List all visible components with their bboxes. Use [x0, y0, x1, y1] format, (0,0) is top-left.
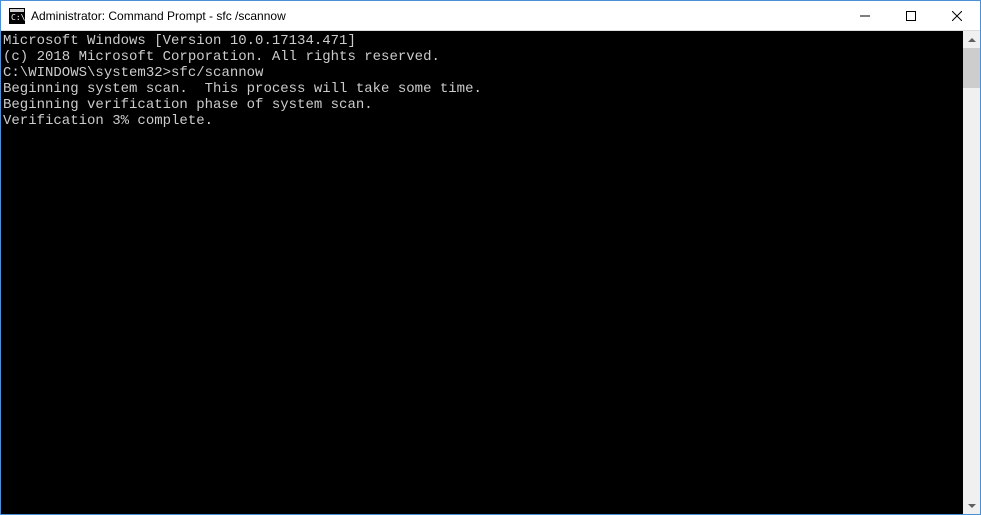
console-line: (c) 2018 Microsoft Corporation. All righ…: [3, 49, 963, 65]
minimize-button[interactable]: [842, 1, 888, 30]
console-area: Microsoft Windows [Version 10.0.17134.47…: [1, 31, 980, 514]
prompt-path: C:\WINDOWS\system32>: [3, 65, 171, 81]
scrollbar-thumb[interactable]: [963, 48, 980, 88]
console-line: Microsoft Windows [Version 10.0.17134.47…: [3, 33, 963, 49]
scrollbar-up-arrow-icon[interactable]: [963, 31, 980, 48]
console-line: Beginning system scan. This process will…: [3, 81, 963, 97]
maximize-button[interactable]: [888, 1, 934, 30]
vertical-scrollbar[interactable]: [963, 31, 980, 514]
window-title: Administrator: Command Prompt - sfc /sca…: [31, 9, 842, 23]
svg-text:C:\: C:\: [11, 13, 25, 22]
console-output[interactable]: Microsoft Windows [Version 10.0.17134.47…: [1, 31, 963, 514]
console-line: Verification 3% complete.: [3, 113, 963, 129]
command-prompt-window: C:\ Administrator: Command Prompt - sfc …: [0, 0, 981, 515]
close-button[interactable]: [934, 1, 980, 30]
window-controls: [842, 1, 980, 30]
prompt-command: sfc/scannow: [171, 65, 263, 81]
scrollbar-down-arrow-icon[interactable]: [963, 497, 980, 514]
console-prompt-line: C:\WINDOWS\system32>sfc/scannow: [3, 65, 963, 81]
titlebar[interactable]: C:\ Administrator: Command Prompt - sfc …: [1, 1, 980, 31]
command-prompt-icon: C:\: [9, 8, 25, 24]
console-line: Beginning verification phase of system s…: [3, 97, 963, 113]
scrollbar-track[interactable]: [963, 48, 980, 497]
